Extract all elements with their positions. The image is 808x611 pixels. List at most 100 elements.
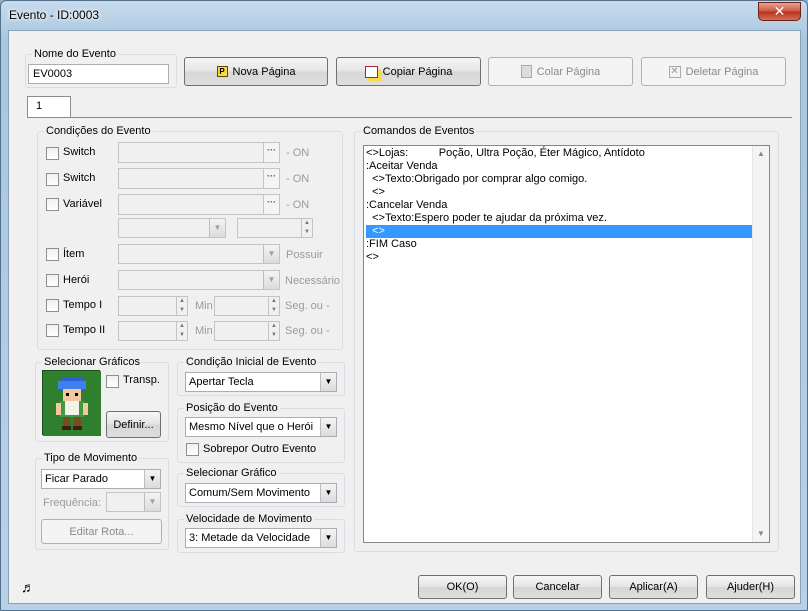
command-line[interactable]: <>	[366, 186, 752, 199]
new-page-button[interactable]: P Nova Página	[184, 57, 328, 86]
new-page-icon: P	[216, 66, 228, 77]
switch1-browse-icon[interactable]: ···	[263, 143, 279, 162]
music-note-icon[interactable]: ♬	[21, 579, 37, 595]
variable-suffix: - ON	[286, 199, 310, 211]
chevron-down-icon: ▼	[320, 529, 336, 547]
timer1-checkbox[interactable]	[46, 299, 59, 312]
chevron-down-icon: ▼	[320, 418, 336, 436]
chevron-down-icon: ▼	[209, 219, 225, 237]
timer1-minutes-spinner[interactable]: ▲ ▼	[118, 296, 188, 316]
apply-button[interactable]: Aplicar(A)	[609, 575, 698, 599]
initial-condition-combo[interactable]: Apertar Tecla ▼	[185, 372, 337, 392]
timer2-min-label: Min	[195, 325, 213, 337]
paste-page-label: Colar Página	[536, 65, 601, 78]
tab-page-1[interactable]: 1	[27, 96, 71, 118]
spinner-arrows-icon[interactable]: ▲ ▼	[301, 219, 312, 237]
item-combo[interactable]: ▼	[118, 244, 280, 264]
initial-condition-value: Apertar Tecla	[189, 376, 254, 388]
chevron-down-icon: ▼	[320, 373, 336, 391]
frequency-combo[interactable]: ▼	[106, 492, 161, 512]
spinner-arrows-icon[interactable]: ▲ ▼	[176, 322, 187, 340]
commands-list[interactable]: <>Lojas: Poção, Ultra Poção, Éter Mágico…	[363, 145, 770, 543]
ok-button[interactable]: OK(O)	[418, 575, 507, 599]
define-graphic-button[interactable]: Definir...	[106, 411, 161, 438]
variable-operator-combo[interactable]: ▼	[118, 218, 226, 238]
switch1-checkbox[interactable]	[46, 147, 59, 160]
chevron-down-icon: ▼	[144, 493, 160, 511]
initial-condition-legend: Condição Inicial de Evento	[184, 356, 319, 368]
switch2-label: Switch	[63, 172, 96, 184]
select-graphic-combo[interactable]: Comum/Sem Movimento ▼	[185, 483, 337, 503]
delete-page-icon: ✕	[668, 65, 681, 78]
transparent-checkbox[interactable]	[106, 375, 119, 388]
close-button[interactable]: ✕	[758, 2, 801, 21]
timer2-seconds-spinner[interactable]: ▲ ▼	[214, 321, 280, 341]
title-bar[interactable]: Evento - ID:0003 ✕	[1, 1, 807, 29]
command-line[interactable]: <>	[366, 251, 752, 264]
paste-page-icon	[520, 65, 532, 78]
cancel-button[interactable]: Cancelar	[513, 575, 602, 599]
transparent-label: Transp.	[123, 374, 160, 386]
event-dialog-window: Evento - ID:0003 ✕ Nome do Evento EV0003…	[0, 0, 808, 611]
switch1-selector[interactable]: ···	[118, 142, 280, 163]
event-sprite-preview[interactable]	[42, 370, 101, 436]
event-name-legend: Nome do Evento	[32, 48, 118, 60]
switch1-label: Switch	[63, 146, 96, 158]
commands-scrollbar[interactable]: ▲ ▼	[752, 146, 769, 542]
paste-page-button[interactable]: Colar Página	[488, 57, 633, 86]
commands-legend: Comandos de Eventos	[361, 125, 477, 137]
copy-page-icon	[364, 65, 378, 78]
overlap-event-checkbox[interactable]	[186, 443, 199, 456]
timer2-minutes-spinner[interactable]: ▲ ▼	[118, 321, 188, 341]
edit-route-button[interactable]: Editar Rota...	[41, 519, 162, 544]
move-type-combo[interactable]: Ficar Parado ▼	[41, 469, 161, 489]
event-name-input[interactable]: EV0003	[28, 64, 169, 84]
timer1-seconds-spinner[interactable]: ▲ ▼	[214, 296, 280, 316]
scroll-down-icon[interactable]: ▼	[753, 526, 769, 542]
move-speed-combo[interactable]: 3: Metade da Velocidade ▼	[185, 528, 337, 548]
command-line[interactable]: <>Texto:Obrigado por comprar algo comigo…	[366, 173, 752, 186]
spinner-arrows-icon[interactable]: ▲ ▼	[268, 322, 279, 340]
timer1-min-label: Min	[195, 300, 213, 312]
spinner-arrows-icon[interactable]: ▲ ▼	[268, 297, 279, 315]
delete-page-button[interactable]: ✕ Deletar Página	[641, 57, 786, 86]
switch2-browse-icon[interactable]: ···	[263, 169, 279, 188]
hero-checkbox[interactable]	[46, 274, 59, 287]
timer1-suffix: Seg. ou -	[285, 300, 330, 312]
hero-suffix: Necessário	[285, 275, 341, 287]
item-label: Ítem	[63, 248, 85, 260]
delete-page-label: Deletar Página	[685, 65, 759, 78]
scroll-up-icon[interactable]: ▲	[753, 146, 769, 162]
command-line[interactable]: <>Lojas: Poção, Ultra Poção, Éter Mágico…	[366, 147, 752, 160]
variable-checkbox[interactable]	[46, 198, 59, 211]
hero-combo[interactable]: ▼	[118, 270, 280, 290]
switch2-selector[interactable]: ···	[118, 168, 280, 189]
command-line[interactable]: :Cancelar Venda	[366, 199, 752, 212]
timer2-checkbox[interactable]	[46, 324, 59, 337]
variable-browse-icon[interactable]: ···	[263, 195, 279, 214]
select-graphic-legend: Selecionar Gráfico	[184, 467, 279, 479]
variable-value-spinner[interactable]: ▲ ▼	[237, 218, 313, 238]
event-position-combo[interactable]: Mesmo Nível que o Herói ▼	[185, 417, 337, 437]
copy-page-button[interactable]: Copiar Página	[336, 57, 481, 86]
switch2-checkbox[interactable]	[46, 173, 59, 186]
chevron-down-icon: ▼	[320, 484, 336, 502]
graphics-legend: Selecionar Gráficos	[42, 356, 142, 368]
command-line[interactable]: :Aceitar Venda	[366, 160, 752, 173]
command-line[interactable]: :FIM Caso	[366, 238, 752, 251]
chevron-down-icon: ▼	[144, 470, 160, 488]
command-line[interactable]: <>	[366, 225, 752, 238]
move-type-legend: Tipo de Movimento	[42, 452, 140, 464]
variable-label: Variável	[63, 198, 102, 210]
command-line[interactable]: <>Texto:Espero poder te ajudar da próxim…	[366, 212, 752, 225]
chevron-down-icon: ▼	[263, 271, 279, 289]
overlap-event-label: Sobrepor Outro Evento	[203, 443, 317, 455]
new-page-label: Nova Página	[232, 65, 296, 78]
help-button[interactable]: Ajuder(H)	[706, 575, 795, 599]
chevron-down-icon: ▼	[263, 245, 279, 263]
spinner-arrows-icon[interactable]: ▲ ▼	[176, 297, 187, 315]
variable-selector[interactable]: ···	[118, 194, 280, 215]
hero-label: Herói	[63, 274, 90, 286]
item-checkbox[interactable]	[46, 248, 59, 261]
switch2-suffix: - ON	[286, 173, 310, 185]
